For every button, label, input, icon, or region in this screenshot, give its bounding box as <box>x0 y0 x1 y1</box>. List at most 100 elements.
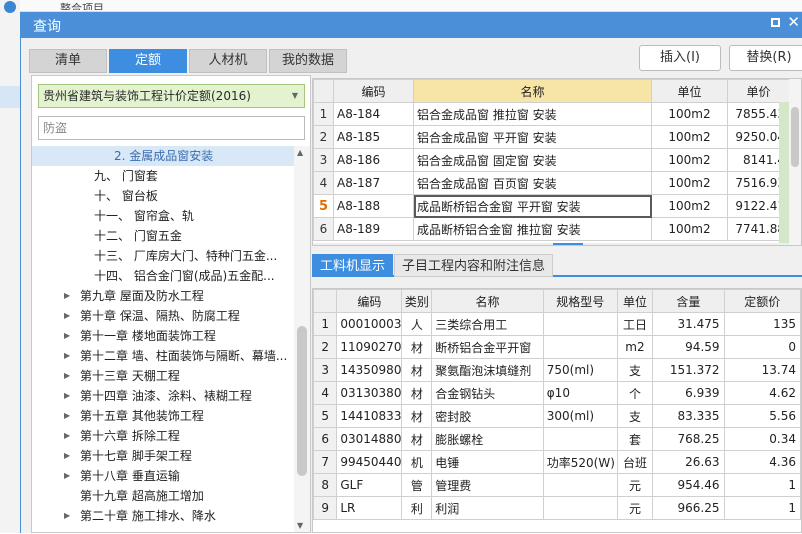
expand-arrow-icon[interactable]: ▶ <box>64 386 70 406</box>
tree-item[interactable]: 十二、 门窗五金 <box>32 226 294 246</box>
tree-item[interactable]: 第十三章 天棚工程 <box>80 366 180 386</box>
scroll-thumb[interactable] <box>553 243 583 245</box>
table-row[interactable]: 6 03014880 材 膨胀螺栓 套 768.25 0.34 <box>313 427 801 451</box>
col-header-code[interactable]: 编码 <box>336 289 403 313</box>
tree-item[interactable]: 十三、 厂库房大门、特种门五金... <box>32 246 294 266</box>
col-header-name[interactable]: 名称 <box>413 79 652 103</box>
info-icon <box>4 1 16 13</box>
tree-row: 第十九章 超高施工增加 <box>32 486 294 506</box>
search-input[interactable]: 防盗 <box>38 116 305 140</box>
scroll-down-icon[interactable]: ▼ <box>297 521 303 530</box>
tree-item-metal-window-install[interactable]: 2. 金属成品窗安装 <box>32 146 294 166</box>
tree-item[interactable]: 十四、 铝合金门窗(成品)五金配... <box>32 266 294 286</box>
table-row[interactable]: 6 A8-189 成品断桥铝合金窗 推拉窗 安装 100m2 7741.88 <box>313 217 790 241</box>
row-index: 4 <box>313 171 334 195</box>
col-header-unit[interactable]: 单位 <box>651 79 728 103</box>
expand-arrow-icon[interactable]: ▶ <box>64 426 70 446</box>
table-row[interactable]: 3 14350980 材 聚氨酯泡沫填缝剂 750(ml) 支 151.372 … <box>313 358 801 382</box>
expand-arrow-icon[interactable]: ▶ <box>64 506 70 526</box>
table-row[interactable]: 4 A8-187 铝合金成品窗 百页窗 安装 100m2 7516.93 <box>313 171 790 195</box>
col-header-name[interactable]: 名称 <box>431 289 544 313</box>
table-row[interactable]: 4 03130380 材 合金钢钻头 φ10 个 6.939 4.62 <box>313 381 801 405</box>
tree-item[interactable]: 第十章 保温、隔热、防腐工程 <box>80 306 240 326</box>
tab-bill[interactable]: 清单 <box>29 49 107 73</box>
maximize-icon[interactable] <box>771 18 780 27</box>
resource-spec <box>542 312 618 336</box>
resource-table: 编码 类别 名称 规格型号 单位 含量 定额价 1 00010003 人 三类综… <box>313 289 801 520</box>
expand-arrow-icon[interactable]: ▶ <box>64 346 70 366</box>
background-row-label: 整合项目 <box>60 2 104 10</box>
scroll-up-icon[interactable]: ▲ <box>297 148 303 157</box>
tree-item[interactable]: 十一、 窗帘盒、轨 <box>32 206 294 226</box>
tree-item[interactable]: 第十一章 楼地面装饰工程 <box>80 326 216 346</box>
replace-button[interactable]: 替换(R) <box>729 45 802 71</box>
tab-labor-material-machine[interactable]: 人材机 <box>189 49 267 73</box>
row-index: 2 <box>313 335 338 359</box>
table-row[interactable]: 9 LR 利 利润 元 966.25 1 <box>313 496 801 520</box>
tree-item[interactable]: 九、 门窗套 <box>32 166 294 186</box>
expand-arrow-icon[interactable]: ▶ <box>64 466 70 486</box>
table-row[interactable]: 1 00010003 人 三类综合用工 工日 31.475 135 <box>313 312 801 336</box>
col-header-code[interactable]: 编码 <box>333 79 414 103</box>
tab-quota[interactable]: 定额 <box>109 49 187 73</box>
expand-arrow-icon[interactable]: ▶ <box>64 406 70 426</box>
expand-arrow-icon[interactable]: ▶ <box>64 446 70 466</box>
row-index: 8 <box>313 473 338 497</box>
resource-code: 03014880 <box>336 427 403 451</box>
tree-item[interactable]: 第十七章 脚手架工程 <box>80 446 192 466</box>
expand-arrow-icon[interactable]: ▶ <box>64 326 70 346</box>
horizontal-scrollbar[interactable] <box>313 243 789 245</box>
table-row[interactable]: 8 GLF 管 管理费 元 954.46 1 <box>313 473 801 497</box>
tree-item[interactable]: 第二十章 施工排水、降水 <box>80 506 216 526</box>
table-row[interactable]: 2 11090270 材 断桥铝合金平开窗 m2 94.59 0 <box>313 335 801 359</box>
table-row[interactable]: 7 99450440 机 电锤 功率520(W) 台班 26.63 4.36 <box>313 450 801 474</box>
tree-item[interactable]: 第十四章 油漆、涂料、裱糊工程 <box>80 386 252 406</box>
resource-quantity: 26.63 <box>652 450 725 474</box>
tree-row: ▶ 第十八章 垂直运输 <box>32 466 294 486</box>
tree-row: ▶ 第十六章 拆除工程 <box>32 426 294 446</box>
tab-resource-display[interactable]: 工料机显示 <box>312 254 394 277</box>
col-header-unit[interactable]: 单位 <box>616 289 654 313</box>
tree-row: ▶ 第二十章 施工排水、降水 <box>32 506 294 526</box>
col-header-category[interactable]: 类别 <box>401 289 433 313</box>
tab-my-data[interactable]: 我的数据 <box>269 49 347 73</box>
resource-price: 4.36 <box>723 450 801 474</box>
col-header-price[interactable]: 单价 <box>727 79 790 103</box>
expand-arrow-icon[interactable]: ▶ <box>64 366 70 386</box>
table-row[interactable]: 5 14410833 材 密封胶 300(ml) 支 83.335 5.56 <box>313 404 801 428</box>
quota-code: A8-187 <box>333 171 414 195</box>
tree-row: ▶ 第十三章 天棚工程 <box>32 366 294 386</box>
tree-item[interactable]: 第十八章 垂直运输 <box>80 466 180 486</box>
tree-scrollbar[interactable]: ▲ ▼ <box>294 146 310 532</box>
tree-item[interactable]: 第十六章 拆除工程 <box>80 426 180 446</box>
tree-item[interactable]: 第九章 屋面及防水工程 <box>80 286 204 306</box>
tree-row: ▶ 第十一章 楼地面装饰工程 <box>32 326 294 346</box>
table-row[interactable]: 3 A8-186 铝合金成品窗 固定窗 安装 100m2 8141.4 <box>313 148 790 172</box>
expand-arrow-icon[interactable]: ▶ <box>64 306 70 326</box>
resource-price: 13.74 <box>723 358 801 382</box>
col-header-quantity[interactable]: 含量 <box>652 289 725 313</box>
tree-item[interactable]: 第十九章 超高施工增加 <box>80 486 204 506</box>
tree-item[interactable]: 十、 窗台板 <box>32 186 294 206</box>
row-index: 5 <box>313 194 334 218</box>
tree-item[interactable]: 第十二章 墙、柱面装饰与隔断、幕墙... <box>80 346 287 366</box>
resource-unit: 工日 <box>616 312 654 336</box>
col-header-quota-price[interactable]: 定额价 <box>723 289 801 313</box>
resource-code: LR <box>336 496 403 520</box>
close-icon[interactable]: ✕ <box>787 13 800 31</box>
table-row[interactable]: 1 A8-184 铝合金成品窗 推拉窗 安装 100m2 7855.43 <box>313 102 790 126</box>
scroll-thumb[interactable] <box>297 326 307 476</box>
tab-work-content-notes[interactable]: 子目工程内容和附注信息 <box>394 254 554 277</box>
table-row[interactable]: 2 A8-185 铝合金成品窗 平开窗 安装 100m2 9250.04 <box>313 125 790 149</box>
quota-library-select[interactable]: 贵州省建筑与装饰工程计价定额(2016) ▼ <box>38 84 305 108</box>
tree-item[interactable]: 第十五章 其他装饰工程 <box>80 406 204 426</box>
resource-code: 03130380 <box>336 381 403 405</box>
table-row-current[interactable]: 5 A8-188 成品断桥铝合金窗 平开窗 安装 100m2 9122.41 <box>313 194 790 218</box>
resource-table-panel: 编码 类别 名称 规格型号 单位 含量 定额价 1 00010003 人 三类综… <box>312 288 802 533</box>
col-header-spec[interactable]: 规格型号 <box>542 289 618 313</box>
quota-scrollbar[interactable] <box>789 79 801 245</box>
scroll-thumb[interactable] <box>791 107 799 167</box>
expand-arrow-icon[interactable]: ▶ <box>64 286 70 306</box>
insert-button[interactable]: 插入(I) <box>639 45 721 71</box>
quota-library-value: 贵州省建筑与装饰工程计价定额(2016) <box>43 89 251 103</box>
